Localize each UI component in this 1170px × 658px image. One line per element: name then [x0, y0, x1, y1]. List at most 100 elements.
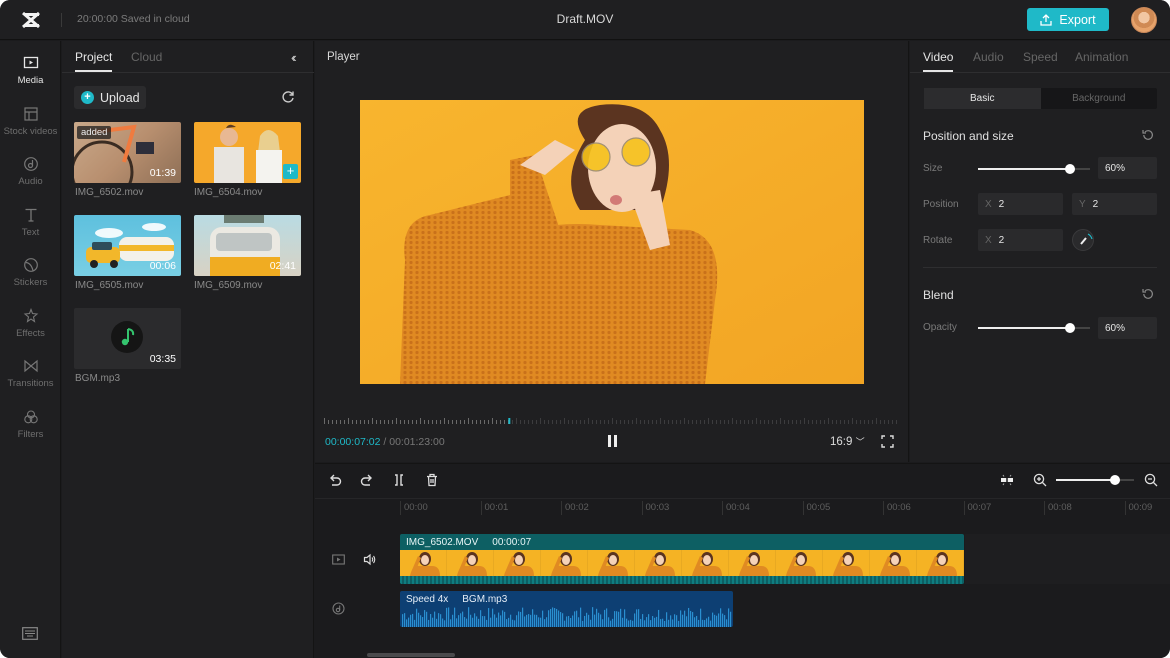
scrub-tick [656, 420, 657, 424]
waveform-bar [544, 619, 546, 627]
waveform-bar [658, 609, 660, 627]
reset-icon[interactable] [1142, 129, 1154, 141]
scrub-tick [452, 420, 453, 424]
waveform-bar [592, 607, 594, 627]
position-y-input[interactable]: Y 2 [1072, 193, 1157, 215]
scrub-tick [552, 420, 553, 424]
scrub-bar[interactable] [324, 418, 900, 424]
scrub-tick [444, 418, 445, 424]
waveform-bar [454, 607, 456, 627]
nav-item-stickers[interactable]: Stickers [0, 255, 61, 301]
scrub-tick [472, 420, 473, 424]
mute-track-icon[interactable] [363, 553, 376, 566]
redo-icon[interactable] [360, 473, 374, 487]
collapse-panel-icon[interactable]: ‹‹ [291, 50, 296, 65]
media-thumbnail[interactable]: 02:41 [194, 215, 301, 276]
scrub-tick [488, 420, 489, 424]
video-clip[interactable]: IMG_6502.MOV 00:00:07 [400, 534, 964, 584]
slider-knob[interactable] [1064, 323, 1075, 333]
media-thumbnail[interactable]: 03:35 [74, 308, 181, 369]
axis-label: Y [1079, 198, 1086, 210]
slider-knob[interactable] [1064, 164, 1075, 174]
media-filename: IMG_6509.mov [194, 280, 263, 291]
empty-track-area[interactable] [965, 534, 1170, 584]
ruler-tick-label: 00:04 [722, 501, 750, 515]
scrub-tick [880, 420, 881, 424]
zoom-out-icon[interactable] [1144, 473, 1158, 487]
waveform-bar [556, 608, 558, 627]
media-panel: Project Cloud ‹‹ + Upload added 01:39 IM… [62, 41, 314, 658]
tab-project[interactable]: Project [75, 50, 113, 72]
scrub-tick [892, 420, 893, 424]
scrub-tick [432, 420, 433, 424]
nav-item-audio[interactable]: Audio [0, 154, 61, 200]
reset-icon[interactable] [1142, 288, 1154, 300]
clip-header: IMG_6502.MOV 00:00:07 [406, 537, 531, 548]
media-filename: IMG_6505.mov [75, 280, 144, 291]
waveform-bar [726, 619, 728, 627]
media-thumbnail[interactable]: 00:06 [74, 215, 181, 276]
add-to-timeline-button[interactable]: + [283, 164, 298, 179]
nav-item-filters[interactable]: Filters [0, 407, 61, 453]
scrub-tick [528, 420, 529, 424]
tab-audio[interactable]: Audio [973, 50, 1004, 64]
fullscreen-icon[interactable] [881, 435, 894, 448]
user-avatar[interactable] [1131, 7, 1157, 33]
rotate-input[interactable]: X 2 [978, 229, 1063, 251]
media-thumbnail[interactable]: + [194, 122, 301, 183]
media-filename: IMG_6504.mov [194, 187, 263, 198]
scrub-tick [612, 418, 613, 424]
scrub-tick [588, 418, 589, 424]
position-x-input[interactable]: X 2 [978, 193, 1063, 215]
horizontal-scrollbar[interactable] [367, 653, 455, 657]
zoom-in-icon[interactable] [1033, 473, 1047, 487]
tab-video[interactable]: Video [923, 50, 954, 72]
segment-background[interactable]: Background [1041, 88, 1158, 109]
scrub-tick [624, 420, 625, 424]
keyboard-shortcuts-icon[interactable] [22, 627, 38, 640]
timeline-zoom-slider[interactable] [1056, 474, 1134, 486]
waveform-bar [728, 608, 730, 627]
opacity-input[interactable]: 60% [1098, 317, 1157, 339]
waveform-bar [458, 615, 460, 627]
export-label: Export [1059, 12, 1096, 27]
waveform-bar [428, 619, 430, 627]
capcut-logo-icon[interactable] [20, 10, 42, 30]
undo-icon[interactable] [328, 473, 342, 487]
video-preview[interactable] [360, 100, 864, 384]
size-input[interactable]: 60% [1098, 157, 1157, 179]
audio-clip[interactable]: Speed 4x BGM.mp3 [400, 591, 733, 627]
nav-item-transitions[interactable]: Transitions [0, 356, 61, 402]
scrub-tick [408, 420, 409, 424]
size-slider[interactable] [978, 163, 1090, 175]
upload-button[interactable]: + Upload [74, 86, 146, 109]
waveform-bar [438, 613, 440, 627]
segment-basic[interactable]: Basic [924, 88, 1041, 109]
nav-item-effects[interactable]: Effects [0, 306, 61, 352]
snap-icon[interactable] [1000, 473, 1014, 487]
opacity-slider[interactable] [978, 322, 1090, 334]
delete-icon[interactable] [425, 473, 439, 487]
scrub-tick [476, 420, 477, 424]
nav-item-stock-videos[interactable]: Stock videos [0, 104, 61, 150]
tab-speed[interactable]: Speed [1023, 50, 1058, 64]
stickers-icon [23, 258, 38, 272]
playhead[interactable] [508, 418, 511, 424]
tab-cloud[interactable]: Cloud [131, 50, 162, 64]
rotate-dial[interactable] [1072, 229, 1094, 251]
slider-knob[interactable] [1110, 475, 1121, 485]
split-icon[interactable] [392, 473, 406, 487]
nav-item-text[interactable]: Text [0, 205, 61, 251]
aspect-ratio-dropdown[interactable]: 16:9 ﹀ [830, 435, 865, 448]
export-button[interactable]: Export [1027, 8, 1109, 31]
refresh-icon[interactable] [281, 90, 295, 104]
pause-button[interactable] [608, 435, 620, 448]
tab-animation[interactable]: Animation [1075, 50, 1128, 64]
nav-item-media[interactable]: Media [0, 53, 61, 99]
media-thumbnail[interactable]: added 01:39 [74, 122, 181, 183]
media-icon [23, 56, 38, 69]
waveform-bar [710, 620, 712, 627]
time-ruler[interactable]: 00:00 00:01 00:02 00:03 00:04 00:05 00:06 00:07… [315, 498, 1170, 518]
scrub-tick [448, 420, 449, 424]
scrub-tick [440, 420, 441, 424]
